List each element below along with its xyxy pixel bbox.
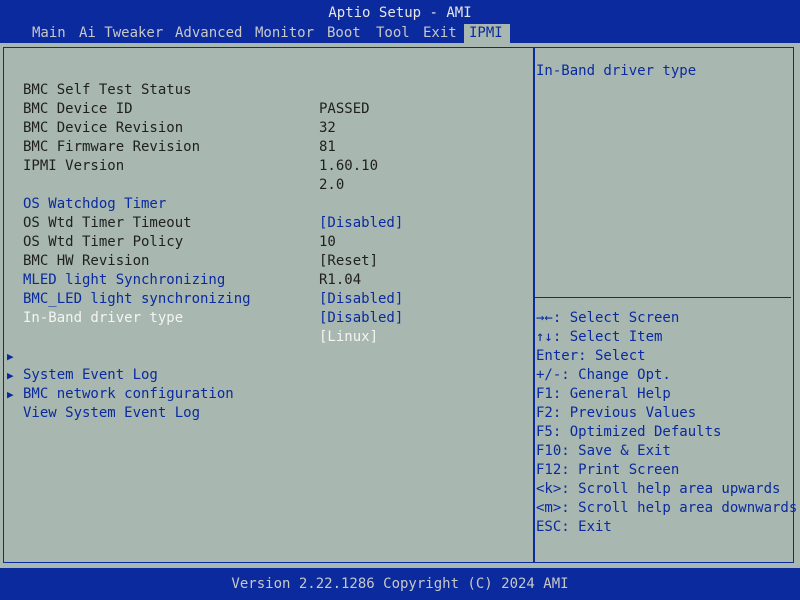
- submenu-view-system-event-log[interactable]: ▶ View System Event Log: [0, 366, 520, 421]
- setting-os-watchdog-timer[interactable]: OS Watchdog Timer [Disabled]: [0, 176, 520, 231]
- submenu-system-event-log[interactable]: ▶ System Event Log: [0, 328, 520, 383]
- column-divider: [533, 48, 535, 562]
- tab-ai-tweaker[interactable]: Ai Tweaker: [74, 24, 168, 43]
- key-hint-save-exit: F10: Save & Exit: [536, 443, 671, 459]
- setting-os-wtd-timer-timeout: OS Wtd Timer Timeout 10: [0, 195, 520, 250]
- submenu-bmc-network-configuration[interactable]: ▶ BMC network configuration: [0, 347, 520, 402]
- tab-tool[interactable]: Tool: [371, 24, 415, 43]
- info-row-bmc-device-revision: BMC Device Revision 81: [0, 100, 520, 155]
- setting-in-band-driver-type[interactable]: In-Band driver type [Linux]: [0, 290, 520, 345]
- info-row-bmc-self-test-status: BMC Self Test Status PASSED: [0, 62, 520, 117]
- key-hint-esc-exit: ESC: Exit: [536, 519, 612, 535]
- submenu-arrow-icon: ▶: [7, 388, 14, 401]
- submenu-label: View System Event Log: [23, 405, 201, 421]
- key-hint-print-screen: F12: Print Screen: [536, 462, 680, 478]
- tab-main[interactable]: Main: [27, 24, 71, 43]
- version-footer: Version 2.22.1286 Copyright (C) 2024 AMI: [0, 568, 800, 600]
- key-hint-optimized-defaults: F5: Optimized Defaults: [536, 424, 722, 440]
- info-label: IPMI Version: [23, 158, 125, 174]
- key-hint-scroll-down: <m>: Scroll help area downwards: [536, 500, 798, 516]
- tab-boot[interactable]: Boot: [322, 24, 366, 43]
- key-hint-enter: Enter: Select: [536, 348, 646, 364]
- tab-exit[interactable]: Exit: [418, 24, 462, 43]
- help-divider: [535, 297, 791, 298]
- info-row-bmc-device-id: BMC Device ID 32: [0, 81, 520, 136]
- menu-bar: Main Ai Tweaker Advanced Monitor Boot To…: [0, 24, 800, 43]
- key-hint-select-screen: →←: Select Screen: [536, 310, 680, 326]
- key-hint-general-help: F1: General Help: [536, 386, 671, 402]
- setting-label: In-Band driver type: [23, 310, 184, 326]
- setup-panel: BMC Self Test Status PASSED BMC Device I…: [0, 43, 800, 568]
- info-row-ipmi-version: IPMI Version 2.0: [0, 138, 520, 193]
- key-hint-scroll-up: <k>: Scroll help area upwards: [536, 481, 781, 497]
- window-title: Aptio Setup - AMI: [0, 0, 800, 24]
- setting-bmc-led-light-synchronizing[interactable]: BMC_LED light synchronizing [Disabled]: [0, 271, 520, 326]
- submenu-label: BMC network configuration: [23, 386, 234, 402]
- key-hint-select-item: ↑↓: Select Item: [536, 329, 663, 345]
- setting-os-wtd-timer-policy: OS Wtd Timer Policy [Reset]: [0, 214, 520, 269]
- setting-mled-light-synchronizing[interactable]: MLED light Synchronizing [Disabled]: [0, 252, 520, 307]
- setting-bmc-hw-revision: BMC HW Revision R1.04: [0, 233, 520, 288]
- info-row-bmc-firmware-revision: BMC Firmware Revision 1.60.10: [0, 119, 520, 174]
- tab-advanced[interactable]: Advanced: [170, 24, 247, 43]
- tab-ipmi[interactable]: IPMI: [464, 24, 510, 43]
- help-text: In-Band driver type: [536, 63, 697, 79]
- info-value: 1.60.10: [319, 158, 379, 174]
- key-hint-previous-values: F2: Previous Values: [536, 405, 697, 421]
- key-hint-change-opt: +/-: Change Opt.: [536, 367, 671, 383]
- tab-monitor[interactable]: Monitor: [250, 24, 319, 43]
- setting-value[interactable]: [Disabled]: [319, 309, 403, 328]
